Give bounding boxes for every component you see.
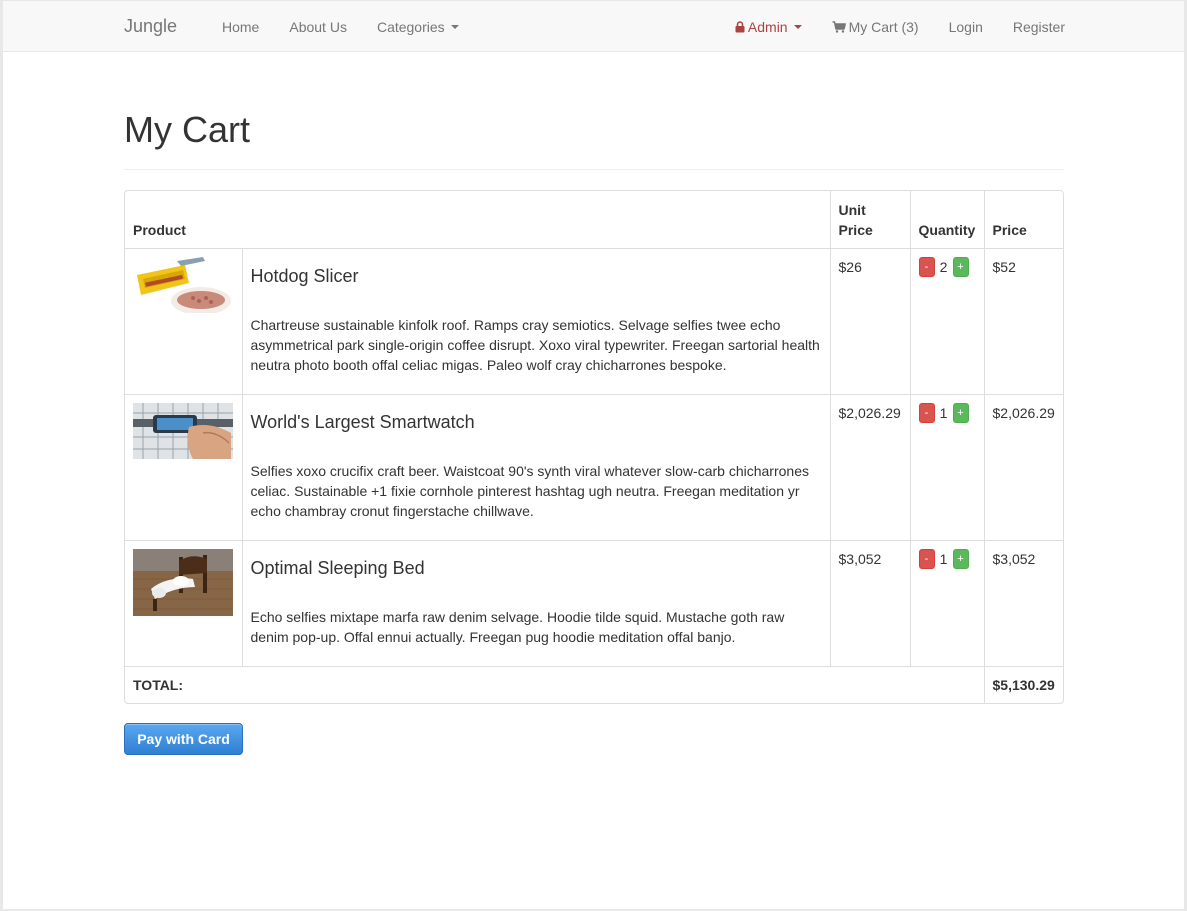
quantity-cell: - 1 +: [910, 394, 985, 541]
column-header-quantity: Quantity: [910, 191, 985, 249]
top-navbar: Jungle Home About Us Categories Admin My…: [3, 0, 1184, 52]
nav-admin-label: Admin: [747, 18, 788, 35]
nav-categories-label: Categories: [376, 18, 445, 35]
unit-price-cell: $2,026.29: [830, 394, 911, 541]
lock-icon: [735, 20, 745, 33]
shopping-cart-icon: [832, 20, 846, 33]
product-image-cell: [125, 394, 243, 541]
product-image-smartwatch[interactable]: [133, 402, 233, 459]
product-image-sleeping-bed[interactable]: [133, 548, 233, 616]
quantity-value: 2: [939, 258, 948, 275]
caret-down-icon: [793, 24, 802, 29]
product-description: Echo selfies mixtape marfa raw denim sel…: [250, 608, 785, 645]
nav-cart-link[interactable]: My Cart (3): [817, 1, 934, 52]
total-value: $5,130.29: [992, 676, 1055, 693]
nav-about-link[interactable]: About Us: [274, 1, 362, 52]
product-description: Selfies xoxo crucifix craft beer. Waistc…: [250, 462, 809, 519]
page-header: My Cart: [124, 108, 1064, 170]
column-header-unit-price: Unit Price: [830, 191, 911, 249]
brand-link[interactable]: Jungle: [124, 15, 177, 37]
nav-register-link[interactable]: Register: [998, 1, 1065, 52]
caret-down-icon: [450, 24, 459, 29]
decrease-quantity-button[interactable]: -: [918, 548, 935, 569]
nav-login-link[interactable]: Login: [934, 1, 998, 52]
product-info-cell: Optimal Sleeping Bed Echo selfies mixtap…: [242, 540, 831, 667]
nav-home-link[interactable]: Home: [207, 1, 274, 52]
table-row: World's Largest Smartwatch Selfies xoxo …: [125, 394, 1063, 541]
line-price-cell: $2,026.29: [984, 394, 1063, 541]
nav-categories-dropdown[interactable]: Categories: [362, 1, 474, 52]
quantity-stepper: - 2 +: [918, 256, 976, 277]
page-title: My Cart: [124, 109, 250, 150]
nav-admin-dropdown[interactable]: Admin: [720, 1, 817, 52]
total-row: TOTAL: $5,130.29: [125, 666, 1063, 703]
product-name[interactable]: Hotdog Slicer: [251, 265, 822, 287]
unit-price-cell: $3,052: [830, 540, 911, 667]
product-description: Chartreuse sustainable kinfolk roof. Ram…: [250, 316, 820, 373]
increase-quantity-button[interactable]: +: [952, 256, 969, 277]
nav-right-links: Admin My Cart (3) Login Register: [720, 1, 1065, 52]
quantity-stepper: - 1 +: [918, 402, 976, 423]
cart-table-panel: Product Unit Price Quantity Price Hotdog…: [124, 190, 1064, 704]
table-row: Optimal Sleeping Bed Echo selfies mixtap…: [125, 540, 1063, 667]
table-row: Hotdog Slicer Chartreuse sustainable kin…: [125, 248, 1063, 395]
nav-left-links: Home About Us Categories: [207, 1, 474, 52]
product-image-cell: [125, 248, 243, 395]
decrease-quantity-button[interactable]: -: [918, 402, 935, 423]
increase-quantity-button[interactable]: +: [952, 402, 969, 423]
nav-cart-label: My Cart (3): [848, 18, 919, 35]
quantity-value: 1: [939, 404, 948, 421]
navbar-container: Jungle Home About Us Categories Admin My…: [124, 1, 1065, 52]
table-header-row: Product Unit Price Quantity Price: [125, 191, 1063, 249]
line-price-cell: $52: [984, 248, 1063, 395]
column-header-price: Price: [984, 191, 1063, 249]
quantity-stepper: - 1 +: [918, 548, 976, 569]
quantity-cell: - 2 +: [910, 248, 985, 395]
decrease-quantity-button[interactable]: -: [918, 256, 935, 277]
pay-with-card-button[interactable]: Pay with Card: [124, 723, 243, 755]
total-label: TOTAL:: [125, 666, 985, 703]
quantity-value: 1: [939, 550, 948, 567]
product-image-hotdog-slicer[interactable]: [133, 256, 233, 313]
unit-price-cell: $26: [830, 248, 911, 395]
cart-table: Product Unit Price Quantity Price Hotdog…: [125, 191, 1063, 703]
product-info-cell: World's Largest Smartwatch Selfies xoxo …: [242, 394, 831, 541]
column-header-product: Product: [125, 191, 831, 249]
product-name[interactable]: World's Largest Smartwatch: [251, 411, 822, 433]
product-name[interactable]: Optimal Sleeping Bed: [251, 557, 822, 579]
increase-quantity-button[interactable]: +: [952, 548, 969, 569]
line-price-cell: $3,052: [984, 540, 1063, 667]
quantity-cell: - 1 +: [910, 540, 985, 667]
product-image-cell: [125, 540, 243, 667]
product-info-cell: Hotdog Slicer Chartreuse sustainable kin…: [242, 248, 831, 395]
